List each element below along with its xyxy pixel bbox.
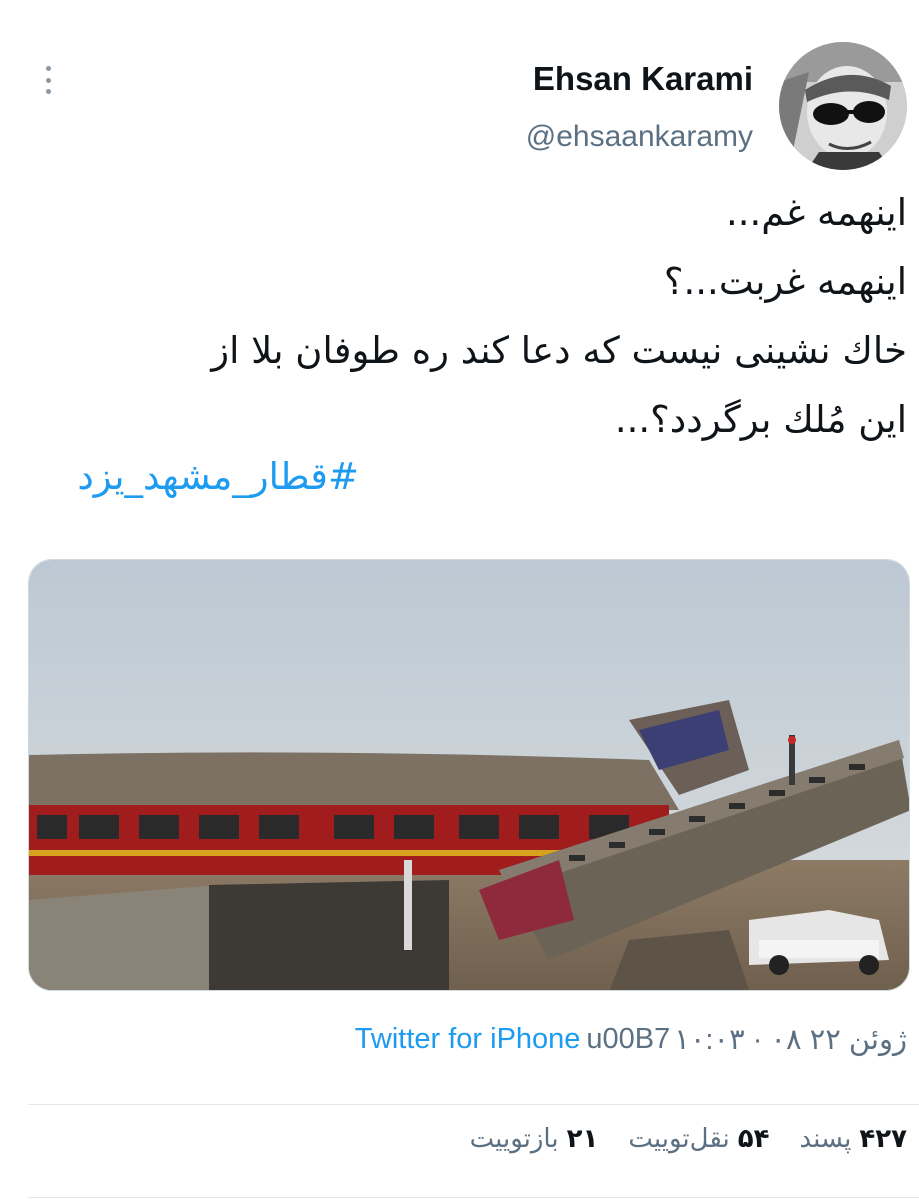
avatar-image — [779, 42, 907, 170]
tweet-text-line: اینهمه غم... — [725, 191, 907, 234]
tweet-text: اینهمه غم... اینهمه غربت...؟ خاك نشینی ن… — [47, 178, 907, 454]
avatar[interactable] — [779, 42, 907, 170]
hashtag-link[interactable]: #قطار_مشهد_یزد — [77, 455, 359, 498]
tweet-media-image[interactable] — [28, 559, 910, 991]
tweet-text-line: خاك نشینی نیست كه دعا كند ره طوفان بلا ا… — [211, 329, 907, 372]
more-dot — [45, 89, 51, 94]
tweet-author[interactable]: Ehsan Karami @ehsaankaramy — [526, 56, 753, 160]
tweet-meta: Twitter for iPhone u00B7 ۱۰:۰۳ · ۰۸ ژوئن… — [355, 1022, 907, 1057]
quotes-label: نقل‌توییت — [628, 1124, 730, 1154]
likes-count: ۴۲۷ — [859, 1124, 907, 1154]
divider — [28, 1197, 919, 1198]
train-derailment-photo — [29, 560, 909, 990]
likes-label: پسند — [799, 1124, 852, 1154]
meta-separator: u00B7 — [586, 1023, 671, 1055]
tweet-text-line: اینهمه غربت...؟ — [663, 260, 907, 303]
tweet-stats: ۲۱ بازتوییت ۵۴ نقل‌توییت ۴۲۷ پسند — [470, 1124, 907, 1154]
retweets-count: ۲۱ — [566, 1124, 599, 1154]
more-dot — [45, 77, 51, 83]
author-handle[interactable]: @ehsaankaramy — [526, 114, 753, 160]
divider — [28, 1104, 919, 1105]
likes-stat[interactable]: ۴۲۷ پسند — [799, 1124, 907, 1154]
tweet-source-link[interactable]: Twitter for iPhone — [355, 1023, 581, 1056]
author-name[interactable]: Ehsan Karami — [526, 56, 753, 102]
tweet-text-line: این مُلك برگردد؟... — [614, 398, 907, 441]
quotes-stat[interactable]: ۵۴ نقل‌توییت — [628, 1124, 769, 1154]
more-options-icon[interactable] — [36, 62, 60, 98]
retweets-label: بازتوییت — [469, 1124, 559, 1154]
quotes-count: ۵۴ — [737, 1124, 770, 1154]
more-dot — [45, 66, 51, 71]
tweet-timestamp[interactable]: ۱۰:۰۳ · ۰۸ ژوئن ۲۲ — [674, 1022, 907, 1057]
retweets-stat[interactable]: ۲۱ بازتوییت — [470, 1124, 599, 1154]
